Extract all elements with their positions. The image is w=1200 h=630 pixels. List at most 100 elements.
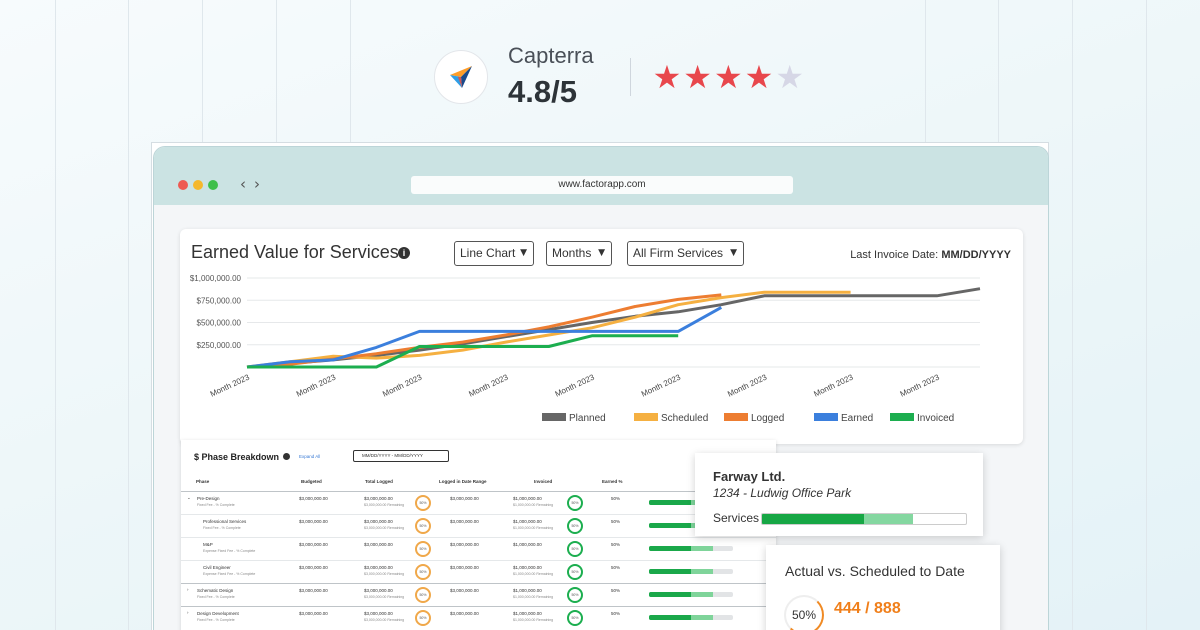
logged-range-value: $3,000,000.00 [450, 542, 479, 547]
services-label: Services [713, 511, 760, 525]
table-row[interactable]: › Schematic Design Fixed Fee - % Complete $… [181, 583, 776, 606]
column-header: Invoiced [534, 479, 553, 484]
percent-ring: 50% [784, 595, 824, 630]
chevron-right-icon[interactable]: › [187, 587, 189, 592]
invoiced-value: $1,000,000.00 [513, 496, 542, 501]
invoiced-remaining: $1,000,000.00 Remaining [513, 618, 554, 622]
legend-label: Logged [751, 413, 784, 424]
phase-name: Pre-Design [197, 496, 220, 501]
invoiced-percent-ring: 50% [567, 587, 583, 603]
x-tick-label: Month 2023 [381, 372, 424, 398]
total-logged-remaining: $3,000,000.00 Remaining [364, 595, 405, 599]
x-tick-label: Month 2023 [726, 372, 769, 398]
star-empty-icon: ★ [775, 58, 805, 96]
phase-billing-type: Expense Fixed Fee - % Complete [203, 549, 256, 553]
earned-value-card: Earned Value for Services i Line Chart ▼… [180, 229, 1023, 444]
capterra-rating: Capterra 4.8/5 ★ ★ ★ ★ ★ [434, 43, 804, 110]
chevron-down-icon[interactable]: ⌄ [187, 495, 191, 501]
earned-value-line-chart: $1,000,000.00 $750,000.00 $500,000.00 $250,… [190, 274, 981, 424]
table-row[interactable]: Professional Services Fixed Fee - % Compl… [181, 514, 776, 537]
budgeted-value: $3,000,000.00 [299, 519, 328, 524]
total-logged-remaining: $3,000,000.00 Remaining [364, 526, 405, 530]
rating-divider [629, 58, 631, 96]
y-tick-label: $500,000.00 [197, 319, 242, 328]
invoiced-remaining: $1,000,000.00 Remaining [513, 503, 554, 507]
earned-percent: 50% [611, 496, 621, 501]
phase-billing-type: Fixed Fee - % Complete [197, 503, 235, 507]
budgeted-value: $3,000,000.00 [299, 565, 328, 570]
total-logged-value: $3,000,000.00 [364, 588, 393, 593]
browser-toolbar: ‹› www.factorapp.com [154, 147, 1048, 205]
rating-score: 4.8/5 [508, 74, 577, 109]
budgeted-value: $3,000,000.00 [299, 611, 328, 616]
chevron-right-icon[interactable]: › [187, 610, 189, 615]
phase-name: Design Development [197, 611, 239, 616]
chevron-right-icon[interactable]: › [254, 175, 268, 193]
legend-swatch-logged [724, 413, 748, 421]
services-progress-dark [762, 514, 864, 524]
total-logged-value: $3,000,000.00 [364, 542, 393, 547]
logged-percent-ring: 50% [415, 564, 431, 580]
phase-billing-type: Fixed Fee - % Complete [203, 526, 241, 530]
earned-progress-bar [649, 569, 733, 574]
legend-label: Invoiced [917, 413, 954, 424]
actual-vs-scheduled-title: Actual vs. Scheduled to Date [785, 563, 965, 579]
url-bar[interactable]: www.factorapp.com [411, 176, 793, 194]
background-line [128, 0, 129, 630]
earned-progress-dark [649, 523, 691, 528]
window-maximize-dot[interactable] [208, 180, 218, 190]
total-logged-value: $3,000,000.00 [364, 519, 393, 524]
earned-progress-bar [649, 615, 733, 620]
phase-name: Schematic Design [197, 588, 234, 593]
star-filled-icon: ★ [744, 58, 774, 96]
logged-range-value: $3,000,000.00 [450, 519, 479, 524]
earned-progress-dark [649, 500, 691, 505]
earned-progress-dark [649, 569, 691, 574]
earned-percent: 50% [611, 519, 621, 524]
budgeted-value: $3,000,000.00 [299, 588, 328, 593]
x-tick-label: Month 2023 [812, 372, 855, 398]
earned-progress-bar [649, 592, 733, 597]
table-row[interactable]: ⌄ Pre-Design Fixed Fee - % Complete $3,000,… [181, 491, 776, 514]
client-name: Farway Ltd. [713, 469, 786, 484]
background-line [1072, 0, 1073, 630]
table-row[interactable]: M&P Expense Fixed Fee - % Complete $3,000,… [181, 537, 776, 560]
budgeted-value: $3,000,000.00 [299, 496, 328, 501]
date-range-input[interactable]: MM/DD/YYYY - MM/DD/YYYY [353, 450, 449, 462]
budgeted-value: $3,000,000.00 [299, 542, 328, 547]
column-header: Phase [196, 479, 210, 484]
window-minimize-dot[interactable] [193, 180, 203, 190]
earned-percent: 50% [611, 565, 621, 570]
expand-all-link[interactable]: Expand All [299, 454, 320, 459]
earned-percent: 50% [611, 588, 621, 593]
earned-percent: 50% [611, 611, 621, 616]
client-card: Farway Ltd. 1234 - Ludwig Office Park Se… [695, 453, 983, 536]
star-rating: ★ ★ ★ ★ ★ [653, 61, 804, 93]
chevron-left-icon[interactable]: ‹ [240, 175, 254, 193]
legend-label: Scheduled [661, 413, 708, 424]
invoiced-value: $1,000,000.00 [513, 519, 542, 524]
legend-swatch-invoiced [890, 413, 914, 421]
x-tick-label: Month 2023 [295, 372, 338, 398]
services-progress-bar [761, 513, 967, 525]
table-row[interactable]: › Design Development Fixed Fee - % Complet… [181, 606, 776, 629]
invoiced-percent-ring: 50% [567, 610, 583, 626]
logged-percent-ring: 50% [415, 541, 431, 557]
invoiced-percent-ring: 50% [567, 541, 583, 557]
logged-range-value: $3,000,000.00 [450, 611, 479, 616]
phase-breakdown-title: $ Phase Breakdown [194, 452, 280, 462]
legend-swatch-scheduled [634, 413, 658, 421]
info-icon[interactable] [283, 453, 290, 460]
y-tick-label: $1,000,000.00 [190, 274, 242, 283]
logged-range-value: $3,000,000.00 [450, 496, 479, 501]
window-close-dot[interactable] [178, 180, 188, 190]
phase-billing-type: Expense Fixed Fee - % Complete [203, 572, 256, 576]
invoiced-value: $1,000,000.00 [513, 565, 542, 570]
earned-progress-dark [649, 546, 691, 551]
star-filled-icon: ★ [683, 58, 712, 96]
x-tick-label: Month 2023 [209, 372, 252, 398]
legend-swatch-planned [542, 413, 566, 421]
column-header: Budgeted [301, 479, 322, 484]
actual-vs-scheduled-value: 444 / 888 [834, 600, 901, 617]
table-row[interactable]: Civil Engineer Expense Fixed Fee - % Comp… [181, 560, 776, 583]
